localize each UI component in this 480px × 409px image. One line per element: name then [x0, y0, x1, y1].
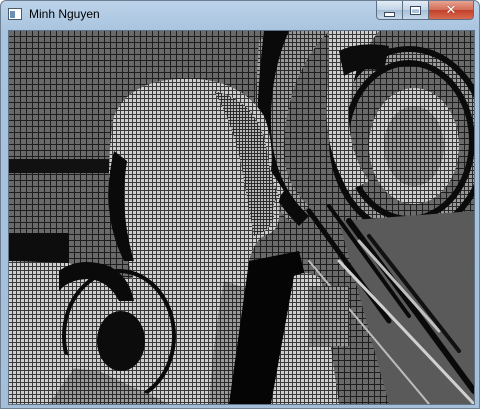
minimize-button[interactable] [376, 1, 403, 20]
close-icon: ✕ [445, 2, 457, 18]
minimize-icon [384, 11, 395, 17]
window-controls: ✕ [376, 1, 474, 21]
title-bar[interactable]: Minh Nguyen ✕ [1, 1, 479, 29]
maximize-icon [410, 5, 421, 15]
window-title: Minh Nguyen [29, 7, 100, 21]
image-canvas[interactable] [8, 30, 475, 405]
maximize-button[interactable] [403, 1, 429, 20]
app-icon [8, 8, 22, 20]
app-window: Minh Nguyen ✕ [0, 0, 480, 409]
depth-mesh-image [9, 31, 474, 404]
close-button[interactable]: ✕ [429, 1, 474, 20]
